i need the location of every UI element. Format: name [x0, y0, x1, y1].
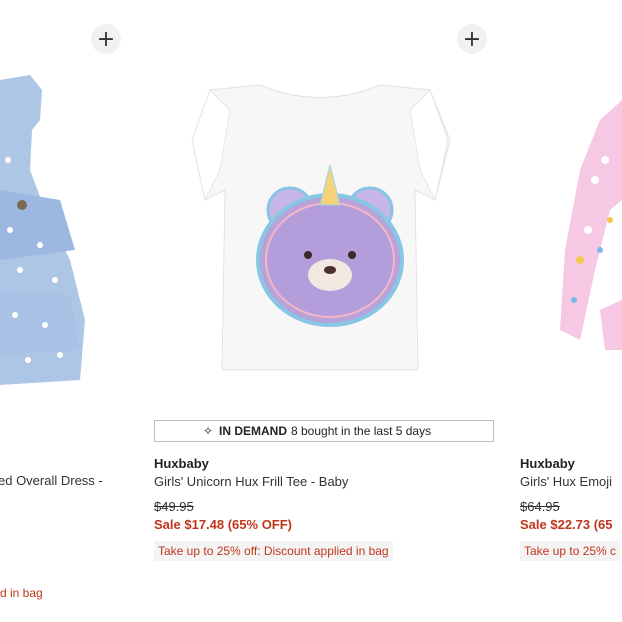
product-name[interactable]: ed Overall Dress - — [0, 473, 103, 488]
in-demand-text: 8 bought in the last 5 days — [291, 424, 432, 438]
in-demand-label: IN DEMAND — [219, 424, 287, 438]
original-price: $49.95 — [154, 499, 194, 514]
sale-price: Sale $17.48 (65% OFF) — [154, 517, 293, 532]
sparkle-icon: ✧ — [203, 424, 214, 438]
product-image-unicorn-tee[interactable] — [180, 80, 460, 380]
promo-text: Take up to 25% off: Discount applied in … — [154, 541, 393, 561]
add-to-list-button-1[interactable]: + — [91, 24, 121, 54]
promo-text: Take up to 25% c — [520, 541, 621, 561]
product-image-emoji-top[interactable] — [560, 100, 622, 350]
promo-text: d in bag — [0, 586, 43, 600]
in-demand-badge: ✧ IN DEMAND 8 bought in the last 5 days — [154, 420, 494, 442]
product-brand[interactable]: Huxbaby — [154, 456, 209, 471]
product-name[interactable]: Girls' Unicorn Hux Frill Tee - Baby — [154, 474, 348, 489]
sale-price: Sale $22.73 (65 — [520, 517, 613, 532]
product-image-overall-dress[interactable] — [0, 60, 100, 390]
product-brand[interactable]: Huxbaby — [520, 456, 575, 471]
add-to-list-button-2[interactable]: + — [457, 24, 487, 54]
original-price: $64.95 — [520, 499, 560, 514]
product-name[interactable]: Girls' Hux Emoji — [520, 474, 612, 489]
